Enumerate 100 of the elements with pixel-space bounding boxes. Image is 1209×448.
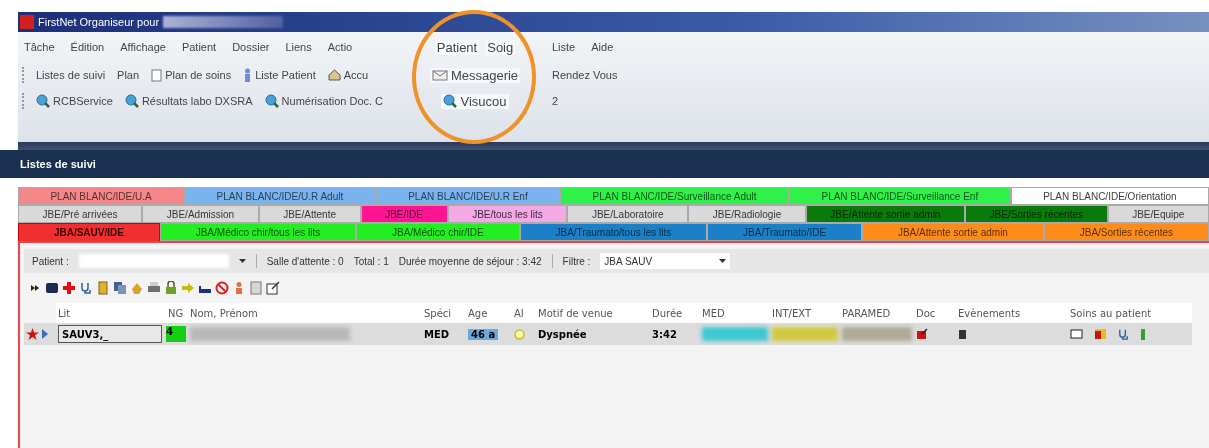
menu-item[interactable]: Patient: [434, 39, 480, 55]
column-header[interactable]: Age: [466, 303, 512, 323]
tab[interactable]: JBE/Radiologie: [688, 205, 806, 223]
column-header[interactable]: AI: [512, 303, 536, 323]
section-title: Listes de suivi: [0, 150, 1209, 178]
column-header[interactable]: NG: [166, 303, 188, 323]
toolbar-button[interactable]: Numérisation Doc. C: [262, 94, 386, 108]
waiting-count: Salle d'attente : 0: [266, 255, 344, 267]
column-header[interactable]: PARAMED: [840, 303, 914, 323]
folder-icon: [1094, 328, 1107, 340]
globe-search-icon: [36, 94, 50, 108]
envelope-icon: [431, 69, 448, 81]
toolbar-button[interactable]: Résultats labo DXSRA: [122, 94, 255, 108]
printer-icon[interactable]: [147, 281, 161, 295]
bottle-icon: [1140, 327, 1146, 341]
prohibited-icon[interactable]: [215, 281, 229, 295]
column-header[interactable]: Doc: [914, 303, 956, 323]
column-header[interactable]: MED: [700, 303, 770, 323]
monitor-icon: [1070, 328, 1084, 340]
column-header[interactable]: Lit: [56, 303, 166, 323]
globe-search-icon: [264, 94, 279, 108]
toolbar-button[interactable]: Accu: [325, 69, 371, 81]
column-header[interactable]: Motif de venue: [536, 303, 650, 323]
menu-item[interactable]: Dossier: [230, 41, 272, 53]
toolbar-button[interactable]: Rendez Vous: [550, 69, 620, 81]
document-icon: [151, 68, 163, 82]
total-count: Total : 1: [353, 255, 389, 267]
column-header[interactable]: INT/EXT: [770, 303, 840, 323]
menu-item[interactable]: Affichage: [118, 41, 168, 53]
patient-label: Patient :: [32, 255, 69, 267]
toolbar-button[interactable]: 2: [550, 95, 561, 107]
tab[interactable]: PLAN BLANC/IDE/Surveillance Adult: [560, 187, 789, 205]
table-cell: MED: [424, 328, 450, 340]
stethoscope-icon: [1117, 327, 1130, 341]
menu-item[interactable]: Liste: [550, 41, 578, 53]
menu-item[interactable]: Édition: [68, 41, 107, 53]
column-header[interactable]: Durée: [650, 303, 700, 323]
menu-item[interactable]: Soig: [485, 39, 516, 55]
document-icon: [916, 328, 928, 340]
cross-icon[interactable]: [62, 281, 76, 295]
toolbar-button[interactable]: Liste Patient: [241, 68, 318, 82]
table-cell: 3:42: [652, 328, 677, 340]
tab[interactable]: JBA/SAUV/IDE: [18, 223, 160, 241]
column-header[interactable]: Evènements: [956, 303, 1068, 323]
tab[interactable]: JBA/Sorties récentes: [1043, 223, 1209, 241]
tab[interactable]: JBE/Attente: [258, 205, 361, 223]
tab[interactable]: PLAN BLANC/IDE/U.A: [18, 187, 185, 205]
globe-search-icon: [124, 94, 139, 108]
edit-icon[interactable]: [266, 281, 280, 295]
tab[interactable]: PLAN BLANC/IDE/U.R Adult: [184, 187, 376, 205]
blurred-block: [772, 327, 838, 341]
folder-icon[interactable]: [96, 281, 110, 295]
menu-item[interactable]: Tâche: [22, 41, 57, 53]
menu-item[interactable]: Patient: [179, 41, 219, 53]
tab[interactable]: JBE/Pré arrivées: [18, 205, 143, 223]
tab[interactable]: JBA/Médico chir/tous les lits: [159, 223, 357, 241]
tab[interactable]: JBE/Admission: [142, 205, 259, 223]
house-icon: [327, 69, 341, 81]
tab[interactable]: PLAN BLANC/IDE/Surveillance Enf: [789, 187, 1011, 205]
circle-icon: [514, 328, 525, 340]
column-header[interactable]: Spéci: [422, 303, 466, 323]
tab[interactable]: PLAN BLANC/IDE/Orientation: [1010, 187, 1209, 205]
blurred-block: [842, 327, 912, 341]
age-cell: 46 a: [468, 328, 499, 340]
table-cell: Dyspnée: [538, 328, 587, 340]
filter-dropdown[interactable]: JBA SAUV: [600, 253, 731, 269]
dropdown-arrow-icon: [719, 259, 727, 263]
row-pointer-icon: [42, 329, 48, 339]
person-icon: [243, 68, 253, 82]
lock-icon[interactable]: [164, 281, 178, 295]
bed-cell: SAUV3,_: [58, 325, 162, 343]
globe-search-icon: [443, 94, 458, 108]
star-icon: [26, 328, 39, 340]
tab[interactable]: JBE/Equipe: [1107, 205, 1209, 223]
tab[interactable]: JBE/IDE: [360, 205, 448, 223]
toolbar-button[interactable]: Plan de soins: [149, 68, 234, 82]
menu-item[interactable]: Liens: [283, 41, 314, 53]
average-stay: Durée moyenne de séjour : 3:42: [398, 255, 542, 267]
dropdown-arrow-icon: [238, 259, 246, 263]
column-header[interactable]: Nom, Prénom: [188, 303, 422, 323]
tab[interactable]: JBE/Laboratoire: [567, 205, 689, 223]
toolbar-button[interactable]: Messagerie: [429, 67, 521, 83]
documents-icon[interactable]: [113, 281, 127, 295]
tab[interactable]: JBA/Attente sortie admin: [862, 223, 1044, 241]
filter-label: Filtre :: [562, 255, 591, 267]
toolbar-button[interactable]: Listes de suivi: [34, 69, 108, 81]
blurred-block: [702, 327, 768, 341]
toolbar-button[interactable]: Plan: [115, 69, 142, 81]
tab[interactable]: JBE/tous les lits: [447, 205, 568, 223]
tab[interactable]: JBA/Médico chir/IDE: [356, 223, 520, 241]
column-header[interactable]: Soins au patient: [1068, 303, 1192, 323]
app-logo-icon: [20, 15, 34, 29]
stethoscope-icon[interactable]: [79, 281, 93, 295]
triage-level-cell: 4: [166, 326, 186, 342]
toolbar-button[interactable]: Visucou: [441, 93, 509, 109]
tab[interactable]: PLAN BLANC/IDE/U.R Enf: [375, 187, 561, 205]
toolbar-button[interactable]: RCBService: [34, 94, 115, 108]
menu-item[interactable]: Aide: [589, 41, 616, 53]
menu-item[interactable]: Actio: [325, 41, 355, 53]
window-title: FirstNet Organiseur pour: [38, 16, 160, 28]
